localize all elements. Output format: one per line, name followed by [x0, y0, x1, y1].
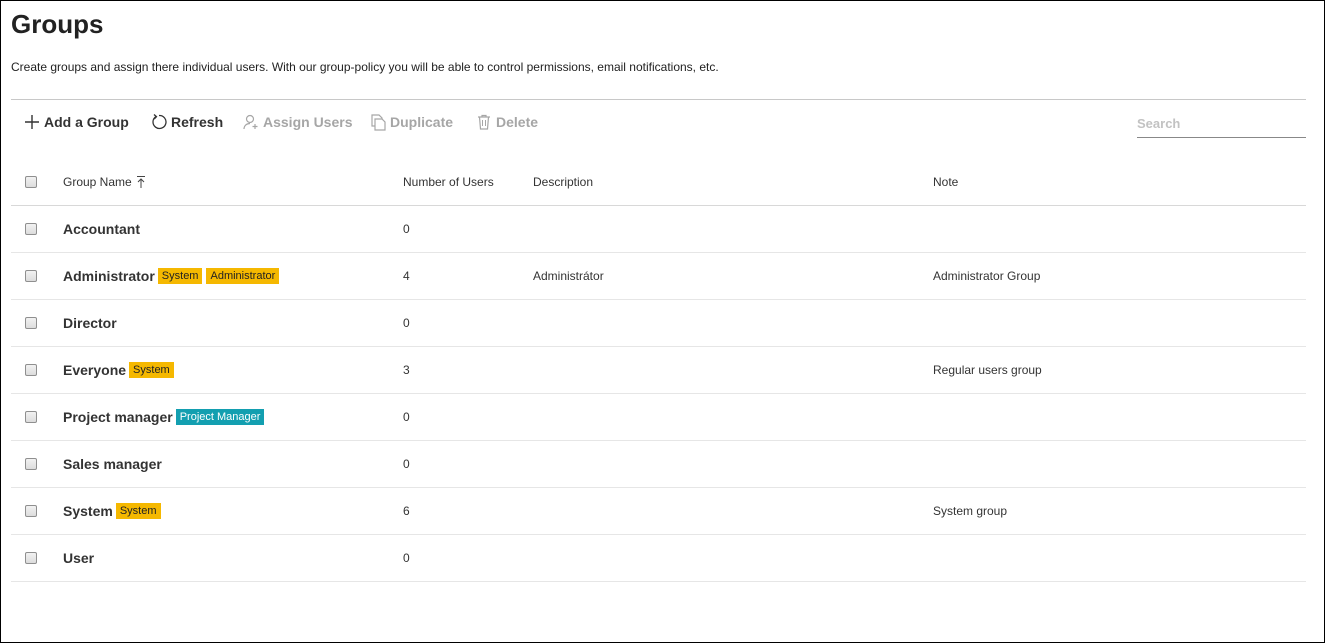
column-header-note[interactable]: Note [933, 159, 958, 205]
table-header: Group Name Number of Users Description N… [11, 159, 1306, 206]
column-header-number-of-users[interactable]: Number of Users [403, 159, 494, 205]
group-name-cell[interactable]: Director [63, 300, 117, 346]
status-badge: System [115, 503, 161, 519]
column-header-group-name[interactable]: Group Name [63, 159, 146, 205]
copy-icon [369, 113, 387, 131]
table-body: Accountant 0 Administrator System Administra… [11, 206, 1306, 582]
user-count-cell: 0 [403, 551, 410, 565]
table-row[interactable]: Administrator System Administrator 4 Adminis… [11, 253, 1306, 300]
row-checkbox[interactable] [25, 270, 37, 282]
row-checkbox[interactable] [25, 458, 37, 470]
search-input[interactable] [1137, 110, 1306, 138]
add-group-button[interactable]: Add a Group [23, 110, 129, 134]
duplicate-button[interactable]: Duplicate [369, 110, 453, 134]
user-count-cell: 6 [403, 504, 410, 518]
table-row[interactable]: User 0 [11, 535, 1306, 582]
table-row[interactable]: System System 6 System group [11, 488, 1306, 535]
status-badge: Project Manager [175, 409, 265, 425]
group-name[interactable]: Everyone [63, 362, 126, 378]
group-name[interactable]: System [63, 503, 113, 519]
group-name[interactable]: Sales manager [63, 456, 162, 472]
badge-group: System Administrator [157, 268, 283, 284]
status-badge: System [157, 268, 203, 284]
row-checkbox[interactable] [25, 317, 37, 329]
user-count-cell: 0 [403, 410, 410, 424]
assign-users-button[interactable]: Assign Users [242, 110, 352, 134]
table-row[interactable]: Project manager Project Manager 0 [11, 394, 1306, 441]
row-checkbox[interactable] [25, 223, 37, 235]
row-checkbox[interactable] [25, 505, 37, 517]
refresh-label: Refresh [171, 114, 224, 130]
table-row[interactable]: Everyone System 3 Regular users group [11, 347, 1306, 394]
badge-group: System [129, 362, 178, 378]
assign-users-label: Assign Users [263, 114, 353, 130]
group-name-cell[interactable]: Accountant [63, 206, 140, 252]
badge-group: Project Manager [175, 409, 269, 425]
group-name-cell[interactable]: User [63, 535, 94, 581]
sort-ascending-icon [136, 175, 146, 189]
group-name[interactable]: Administrator [63, 268, 155, 284]
note-cell: System group [933, 504, 1008, 518]
column-header-group-name-label: Group Name [63, 175, 132, 189]
group-name[interactable]: Accountant [63, 221, 140, 237]
refresh-button[interactable]: Refresh [150, 110, 223, 134]
group-name[interactable]: Director [63, 315, 117, 331]
status-badge: Administrator [206, 268, 280, 284]
table-row[interactable]: Accountant 0 [11, 206, 1306, 253]
add-group-label: Add a Group [44, 114, 129, 130]
group-name-cell[interactable]: Project manager Project Manager [63, 394, 268, 440]
plus-icon [23, 113, 41, 131]
group-name-cell[interactable]: Everyone System [63, 347, 178, 393]
row-checkbox[interactable] [25, 411, 37, 423]
duplicate-label: Duplicate [390, 114, 454, 130]
trash-icon [475, 113, 493, 131]
select-all-checkbox[interactable] [25, 176, 37, 188]
refresh-icon [150, 113, 168, 131]
column-header-description[interactable]: Description [533, 159, 593, 205]
page-description: Create groups and assign there individua… [11, 60, 719, 74]
delete-label: Delete [496, 114, 539, 130]
note-cell: Regular users group [933, 363, 1042, 377]
toolbar: Add a Group Refresh Assign Users Duplica… [11, 100, 1306, 144]
table-row[interactable]: Director 0 [11, 300, 1306, 347]
user-count-cell: 3 [403, 363, 410, 377]
row-checkbox[interactable] [25, 552, 37, 564]
user-count-cell: 0 [403, 457, 410, 471]
window-frame: Groups Create groups and assign there in… [0, 0, 1325, 643]
group-name[interactable]: User [63, 550, 94, 566]
groups-table: Group Name Number of Users Description N… [11, 159, 1306, 582]
page-title: Groups [11, 9, 104, 39]
group-name-cell[interactable]: System System [63, 488, 165, 534]
group-name[interactable]: Project manager [63, 409, 173, 425]
add-user-icon [242, 113, 260, 131]
description-cell: Administrátor [533, 269, 604, 283]
user-count-cell: 0 [403, 316, 410, 330]
row-checkbox[interactable] [25, 364, 37, 376]
user-count-cell: 0 [403, 222, 410, 236]
note-cell: Administrator Group [933, 269, 1041, 283]
group-name-cell[interactable]: Sales manager [63, 441, 162, 487]
user-count-cell: 4 [403, 269, 410, 283]
table-row[interactable]: Sales manager 0 [11, 441, 1306, 488]
delete-button[interactable]: Delete [475, 110, 538, 134]
group-name-cell[interactable]: Administrator System Administrator [63, 253, 283, 299]
badge-group: System [115, 503, 165, 519]
status-badge: System [129, 362, 174, 378]
